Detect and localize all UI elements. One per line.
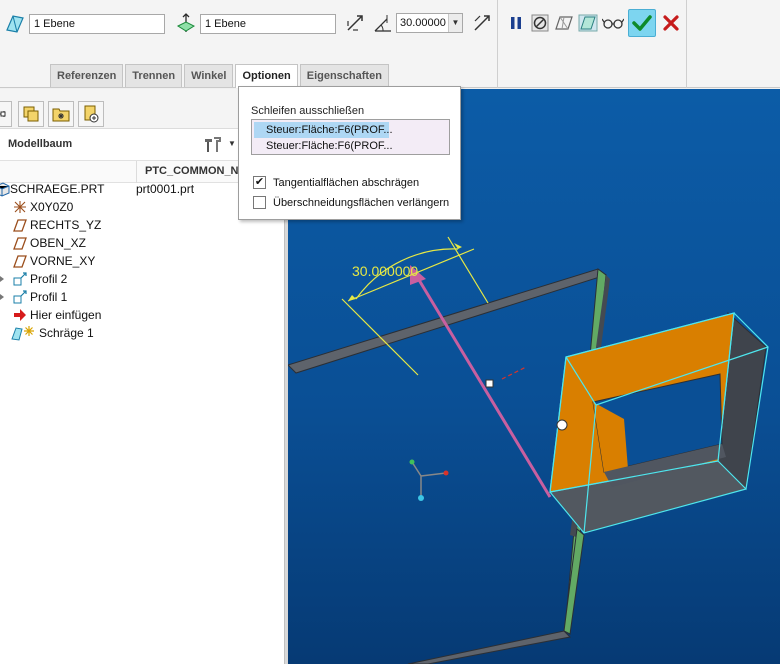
tree-row-draft[interactable]: Schräge 1 xyxy=(0,324,284,342)
dropdown-arrow-icon[interactable]: ▼ xyxy=(448,14,462,32)
extend-intersect-checkbox[interactable] xyxy=(253,196,266,209)
tree-row-extrude[interactable]: Profil 2 xyxy=(0,270,284,288)
datum-plane-icon xyxy=(12,253,28,269)
favorites-icon[interactable] xyxy=(78,101,104,127)
tree-row-datum-plane[interactable]: OBEN_XZ xyxy=(0,234,284,252)
dashboard-separator xyxy=(686,0,687,88)
tree-row-label: RECHTS_YZ xyxy=(30,218,102,232)
checkbox-label: Tangentialflächen abschrägen xyxy=(273,177,420,189)
glasses-verify-icon[interactable] xyxy=(601,11,625,35)
geometry-preview-button[interactable] xyxy=(553,11,575,35)
tree-row-extrude[interactable]: Profil 1 xyxy=(0,288,284,306)
tree-row-insert-here[interactable]: Hier einfügen xyxy=(0,306,284,324)
datum-plane-icon xyxy=(12,235,28,251)
tree-row-label: Profil 2 xyxy=(30,272,68,286)
layer-tree-icon[interactable] xyxy=(18,101,44,127)
insert-here-arrow-icon xyxy=(12,307,28,323)
exclude-loops-list[interactable]: Steuer:Fläche:F6(PROF... Steuer:Fläche:F… xyxy=(251,119,450,155)
draft-angle-icon xyxy=(372,12,394,34)
exclude-loops-label: Schleifen ausschließen xyxy=(251,105,365,117)
dashboard-separator xyxy=(497,0,498,88)
draft-angle-combo[interactable]: 30.00000 ▼ xyxy=(396,13,463,33)
draft-dashboard: 1 Ebene 1 Ebene 30.00000 ▼ Referenzen Tr xyxy=(0,0,780,88)
chevron-down-icon[interactable]: ▼ xyxy=(228,139,236,148)
tab-winkel[interactable]: Winkel xyxy=(184,64,234,87)
verify-preview-button[interactable] xyxy=(577,11,599,35)
ok-button[interactable] xyxy=(628,9,656,37)
extrude-icon xyxy=(12,271,28,287)
tab-eigenschaften[interactable]: Eigenschaften xyxy=(299,64,389,87)
tree-row-label: Profil 1 xyxy=(30,290,68,304)
tree-row-label: OBEN_XZ xyxy=(30,236,87,250)
list-item[interactable]: Steuer:Fläche:F6(PROF... xyxy=(254,138,393,154)
tangent-surfaces-checkbox[interactable]: ✔ xyxy=(253,176,266,189)
new-feature-star-icon xyxy=(24,323,34,336)
model-tree-title: Modellbaum xyxy=(8,138,73,150)
tree-row-datum-plane[interactable]: VORNE_XY xyxy=(0,252,284,270)
coordinate-system-icon xyxy=(12,199,28,215)
expand-arrow-icon[interactable] xyxy=(0,294,4,300)
angle-dimension-label: 30.000000 xyxy=(352,263,418,279)
pause-button[interactable] xyxy=(505,11,527,35)
tree-row-label: SCHRAEGE.PRT xyxy=(10,182,105,196)
cancel-button[interactable] xyxy=(660,11,682,35)
tab-referenzen[interactable]: Referenzen xyxy=(50,64,124,87)
tree-row-label: Schräge 1 xyxy=(39,326,94,340)
checkbox-label: Überschneidungsflächen verlängern xyxy=(273,197,450,209)
draft-surface-icon[interactable] xyxy=(4,12,26,34)
draft-hinges-field[interactable]: 1 Ebene xyxy=(200,14,336,34)
tree-settings-icon[interactable] xyxy=(202,135,222,155)
flip-pull-direction-icon[interactable] xyxy=(344,12,366,34)
flip-angle-icon[interactable] xyxy=(471,12,493,34)
tab-trennen[interactable]: Trennen xyxy=(125,64,183,87)
draft-hinge-icon[interactable] xyxy=(175,12,197,34)
draft-surfaces-field[interactable]: 1 Ebene xyxy=(29,14,165,34)
dashboard-tabs: Referenzen Trennen Winkel Optionen Eigen… xyxy=(50,64,391,88)
part-icon xyxy=(0,181,10,197)
draft-angle-value: 30.00000 xyxy=(400,17,446,29)
extrude-icon xyxy=(12,289,28,305)
tree-row-label: VORNE_XY xyxy=(30,254,96,268)
model-tree-tab-icon[interactable] xyxy=(0,101,12,127)
tree-row-value: prt0001.prt xyxy=(136,182,195,196)
folder-browser-icon[interactable] xyxy=(48,101,74,127)
tree-row-label: Hier einfügen xyxy=(30,308,102,322)
expand-arrow-icon[interactable] xyxy=(0,276,4,282)
no-preview-button[interactable] xyxy=(529,11,551,35)
tab-optionen[interactable]: Optionen xyxy=(235,64,298,88)
tree-row-label: X0Y0Z0 xyxy=(30,200,74,214)
options-panel: Schleifen ausschließen Steuer:Fläche:F6(… xyxy=(238,86,461,220)
datum-plane-icon xyxy=(12,217,28,233)
list-item[interactable]: Steuer:Fläche:F6(PROF... xyxy=(254,122,393,138)
